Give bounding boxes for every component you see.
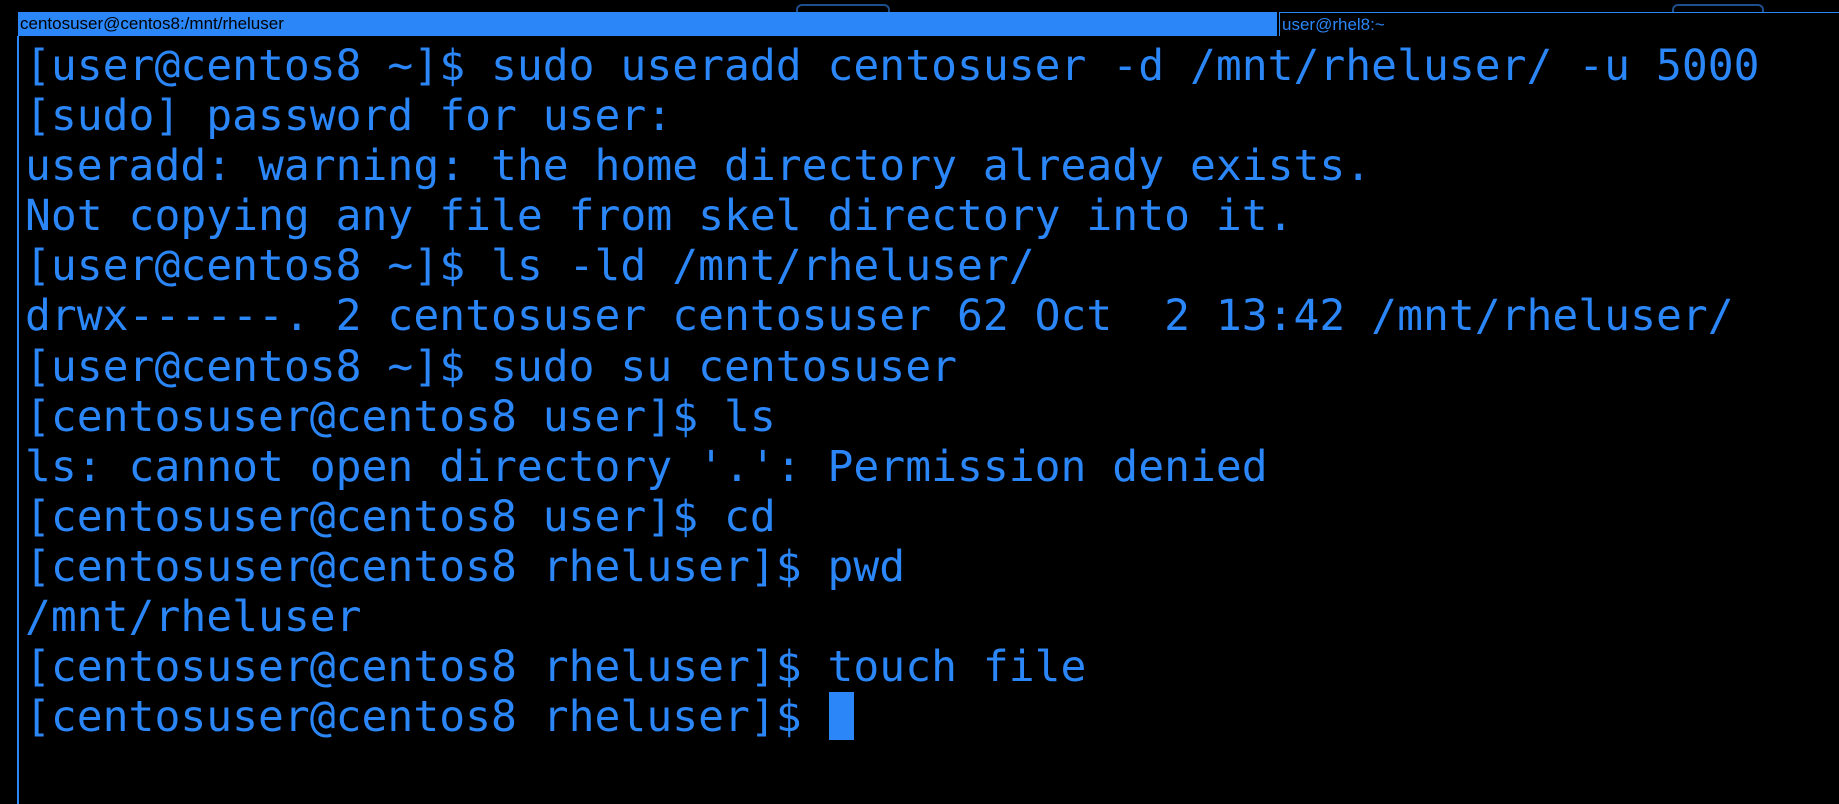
terminal-line: Not copying any file from skel directory… bbox=[25, 191, 1294, 242]
terminal-pane[interactable]: [user@centos8 ~]$ sudo useradd centosuse… bbox=[17, 36, 1839, 804]
terminal-line: ls: cannot open directory '.': Permissio… bbox=[25, 441, 1268, 492]
tab-bar: centosuser@centos8:/mnt/rheluser user@rh… bbox=[18, 12, 1839, 36]
terminal-line: [user@centos8 ~]$ sudo su centosuser bbox=[25, 341, 957, 392]
terminal-window: centosuser@centos8:/mnt/rheluser user@rh… bbox=[0, 0, 1839, 804]
terminal-line: [centosuser@centos8 user]$ cd bbox=[25, 491, 776, 542]
tab-rhel8-session[interactable]: user@rhel8:~ bbox=[1279, 12, 1839, 36]
terminal-line: useradd: warning: the home directory alr… bbox=[25, 141, 1372, 192]
top-decoration bbox=[0, 0, 1839, 12]
terminal-output: [user@centos8 ~]$ sudo useradd centosuse… bbox=[25, 41, 1760, 742]
decoration-tab-left bbox=[796, 4, 890, 12]
terminal-line: [centosuser@centos8 rheluser]$ touch fil… bbox=[25, 642, 1087, 693]
terminal-line: [sudo] password for user: bbox=[25, 91, 673, 142]
shell-prompt: [centosuser@centos8 rheluser]$ bbox=[25, 692, 828, 743]
decoration-tab-right bbox=[1672, 4, 1764, 12]
terminal-line: drwx------. 2 centosuser centosuser 62 O… bbox=[25, 291, 1734, 342]
block-cursor-icon bbox=[828, 692, 854, 741]
terminal-line: [centosuser@centos8 user]$ ls bbox=[25, 391, 776, 442]
terminal-line: [user@centos8 ~]$ sudo useradd centosuse… bbox=[25, 41, 1760, 91]
terminal-line: [user@centos8 ~]$ ls -ld /mnt/rheluser/ bbox=[25, 241, 1035, 292]
tab-centosuser-session[interactable]: centosuser@centos8:/mnt/rheluser bbox=[18, 12, 1277, 36]
terminal-input-line[interactable]: [centosuser@centos8 rheluser]$ bbox=[25, 692, 1760, 742]
terminal-line: /mnt/rheluser bbox=[25, 592, 362, 643]
terminal-line: [centosuser@centos8 rheluser]$ pwd bbox=[25, 541, 906, 592]
